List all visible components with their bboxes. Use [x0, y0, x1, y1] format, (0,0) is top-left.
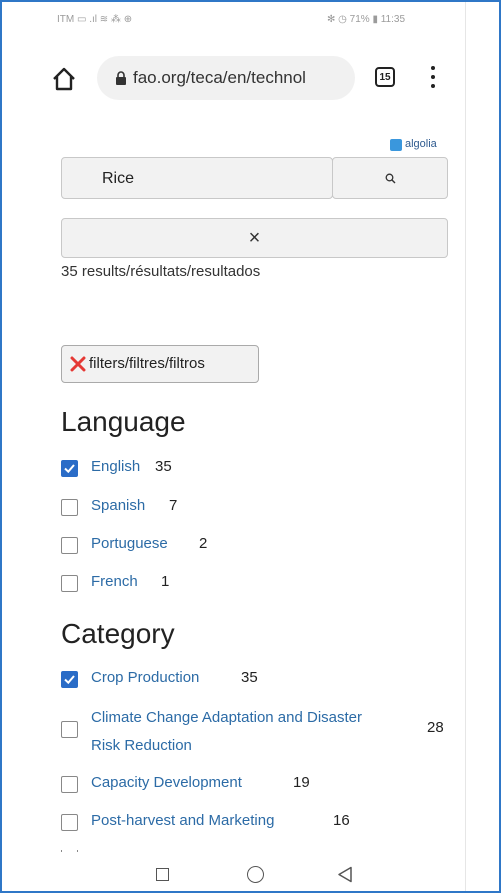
category-heading: Category: [61, 618, 175, 649]
search-input[interactable]: Rice: [61, 157, 333, 199]
url-text: fao.org/teca/en/technol: [133, 68, 306, 87]
facet-label[interactable]: Crop Production: [91, 669, 199, 686]
status-bar-right: ✻ ◷ 71% ▮ 11:35: [327, 14, 406, 25]
facet-count: 2: [199, 535, 208, 552]
facet-label[interactable]: Portuguese: [91, 535, 168, 552]
checkbox-checked[interactable]: [61, 460, 78, 477]
facet-count: 35: [241, 669, 258, 686]
address-bar[interactable]: fao.org/teca/en/technol: [97, 56, 355, 100]
facet-count: 7: [169, 497, 178, 514]
phone-screen: ITM ▭ .ıl ≋ ⁂ ⊕ ✻ ◷ 71% ▮ 11:35 fao.org/…: [19, 0, 466, 893]
language-heading: Language: [61, 406, 186, 437]
checkbox[interactable]: [61, 575, 78, 592]
facet-count: 16: [333, 812, 350, 829]
home-icon[interactable]: [51, 66, 77, 92]
triangle-back-icon[interactable]: [337, 866, 353, 883]
facet-count: 28: [427, 719, 444, 736]
checkbox[interactable]: [61, 776, 78, 793]
facet-label[interactable]: Spanish: [91, 497, 145, 514]
facet-label[interactable]: Climate Change Adaptation and Disaster R…: [91, 704, 381, 760]
algolia-label: algolia: [405, 138, 437, 150]
clear-search-button[interactable]: ×: [61, 218, 448, 258]
facet-count: 35: [155, 458, 172, 475]
status-bar: ITM ▭ .ıl ≋ ⁂ ⊕ ✻ ◷ 71% ▮ 11:35: [19, 14, 465, 34]
results-count: 35 results/résultats/resultados: [61, 263, 261, 280]
checkbox[interactable]: [61, 499, 78, 516]
close-x-red-icon: [70, 356, 86, 372]
browser-toolbar: fao.org/teca/en/technol 15: [19, 54, 465, 104]
facet-count: 1: [161, 573, 170, 590]
facet-label[interactable]: Post-harvest and Marketing: [91, 812, 274, 829]
algolia-logo-icon: [390, 139, 402, 151]
square-icon[interactable]: [156, 868, 169, 881]
checkbox-checked[interactable]: [61, 671, 78, 688]
facet-category-climate-change[interactable]: Climate Change Adaptation and Disaster R…: [61, 704, 451, 754]
clear-filters-button[interactable]: filters/filtres/filtros: [61, 345, 259, 383]
status-bar-left: ITM ▭ .ıl ≋ ⁂ ⊕: [57, 14, 133, 25]
checkbox[interactable]: [61, 721, 78, 738]
circle-icon[interactable]: [247, 866, 264, 883]
tab-switcher-button[interactable]: 15: [375, 67, 395, 87]
checkbox[interactable]: [61, 537, 78, 554]
facet-count: 19: [293, 774, 310, 791]
filters-label: filters/filtres/filtros: [89, 355, 205, 372]
system-nav-bar: [19, 852, 465, 893]
facet-label[interactable]: French: [91, 573, 138, 590]
checkbox[interactable]: [61, 814, 78, 831]
facet-label[interactable]: Capacity Development: [91, 774, 242, 791]
search-icon: [385, 173, 396, 184]
more-vert-icon[interactable]: [429, 66, 437, 90]
search-button[interactable]: [332, 157, 448, 199]
facet-label[interactable]: English: [91, 458, 140, 475]
lock-icon: [116, 71, 126, 85]
